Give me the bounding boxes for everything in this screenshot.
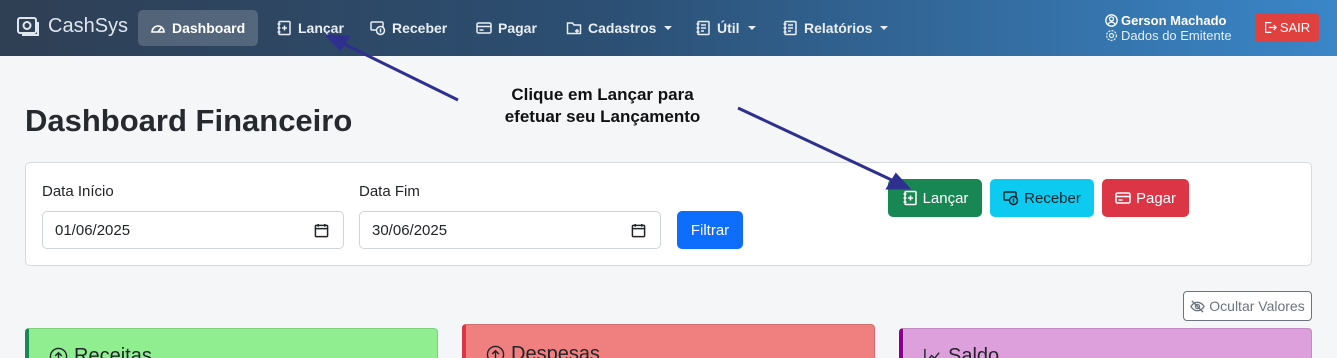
start-date-input[interactable]: 01/06/2025 [42,211,344,249]
user-name: Gerson Machado [1121,13,1227,28]
despesas-card: Despesas [462,324,875,358]
nav-relatorios[interactable]: Relatórios [770,10,900,46]
journal-plus-icon [277,20,291,36]
person-circle-icon [1105,14,1118,27]
user-menu[interactable]: Gerson Machado Dados do Emitente [1105,13,1232,43]
folder-plus-icon [566,22,582,35]
brand-name: CashSys [48,14,129,37]
saldo-card: Saldo [899,328,1312,358]
logout-button[interactable]: SAIR [1255,13,1319,42]
nav-pagar-label: Pagar [498,20,537,36]
start-date-value: 01/06/2025 [55,221,131,239]
user-settings-link[interactable]: Dados do Emitente [1121,28,1232,43]
cash-coin-icon [370,21,386,36]
speedometer-icon [151,25,165,33]
receber-button[interactable]: Receber [990,179,1094,217]
nav-lancar-label: Lançar [298,20,344,36]
filter-card: Data Início 01/06/2025 Data Fim 30/06/20… [25,162,1312,266]
end-date-label: Data Fim [359,183,420,200]
nav-dashboard[interactable]: Dashboard [138,10,258,46]
journal-plus-icon [903,190,917,206]
credit-card-icon [1115,192,1131,204]
start-date-label: Data Início [42,183,114,200]
receitas-title: Receitas [74,345,152,358]
callout-line-2: efetuar seu Lançamento [504,107,701,126]
chevron-down-icon [747,26,756,30]
calendar-icon[interactable] [314,223,329,238]
nav-receber-label: Receber [392,20,448,36]
lancar-button[interactable]: Lançar [888,179,982,217]
nav-cadastros[interactable]: Cadastros [554,10,684,46]
tutorial-callout: Clique em Lançar para efetuar seu Lançam… [490,84,715,128]
chevron-down-icon [664,26,673,30]
page-title: Dashboard Financeiro [25,103,353,138]
nav-lancar[interactable]: Lançar [264,10,356,46]
credit-card-icon [476,22,492,34]
saldo-title: Saldo [948,345,1000,358]
chevron-down-icon [880,26,889,30]
filter-button[interactable]: Filtrar [677,211,743,249]
nav-dashboard-label: Dashboard [172,20,246,36]
logout-label: SAIR [1279,20,1311,35]
eye-slash-icon [1190,299,1206,313]
nav-util-label: Útil [717,20,740,36]
nav-cadastros-label: Cadastros [588,20,657,36]
nav-pagar[interactable]: Pagar [464,10,549,46]
graph-up-icon [924,348,940,358]
brand-logo[interactable]: CashSys [16,13,128,39]
hide-values-button[interactable]: Ocultar Valores [1183,291,1312,321]
nav-receber[interactable]: Receber [358,10,459,46]
box-arrow-right-icon [1264,22,1277,33]
pagar-button-label: Pagar [1135,189,1177,207]
cash-coin-icon [1003,191,1019,206]
callout-line-1: Clique em Lançar para [511,85,694,104]
receber-button-label: Receber [1024,189,1081,207]
nav-util[interactable]: Útil [683,10,768,46]
top-navbar: CashSys Dashboard Lançar Receber Pagar C… [0,0,1337,56]
calendar-icon[interactable] [631,223,646,238]
arrow-up-circle-icon [486,345,505,358]
pagar-button[interactable]: Pagar [1102,179,1189,217]
end-date-value: 30/06/2025 [372,221,448,239]
hide-values-label: Ocultar Valores [1209,298,1305,314]
nav-relatorios-label: Relatórios [804,20,873,36]
arrow-up-circle-icon [49,347,68,358]
end-date-input[interactable]: 30/06/2025 [359,211,661,249]
despesas-title: Despesas [511,343,600,358]
receitas-card: Receitas [25,328,438,358]
gear-icon [1106,30,1117,41]
cash-stack-icon [17,17,39,36]
journal-text-icon [783,20,797,36]
lancar-button-label: Lançar [922,189,969,207]
journal-text-icon [696,20,710,36]
